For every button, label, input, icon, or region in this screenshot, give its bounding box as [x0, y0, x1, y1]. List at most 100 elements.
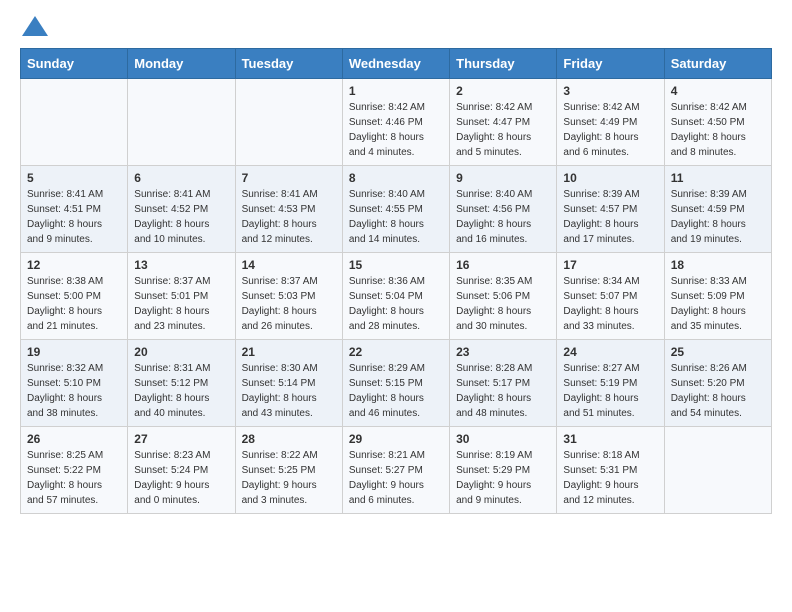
calendar-cell: 9Sunrise: 8:40 AM Sunset: 4:56 PM Daylig… [450, 166, 557, 253]
calendar-body: 1 Sunrise: 8:42 AM Sunset: 4:46 PM Daylig… [21, 79, 772, 514]
day-number: 27 [134, 432, 228, 446]
day-number: 22 [349, 345, 443, 359]
day-info: Sunrise: 8:33 AM Sunset: 5:09 PM Dayligh… [671, 274, 765, 334]
header-wednesday: Wednesday [342, 49, 449, 79]
day-number: 26 [27, 432, 121, 446]
calendar-cell: 10 Sunrise: 8:39 AM Sunset: 4:57 PM Dayli… [557, 166, 664, 253]
calendar-cell [664, 427, 771, 514]
day-info: Sunrise: 8:35 AM Sunset: 5:06 PM Dayligh… [456, 274, 550, 334]
day-number: 18 [671, 258, 765, 272]
day-info: Sunrise: 8:39 AM Sunset: 4:57 PM Dayligh… [563, 187, 657, 247]
day-info: Sunrise: 8:38 AM Sunset: 5:00 PM Dayligh… [27, 274, 121, 334]
day-number: 16 [456, 258, 550, 272]
calendar-row: 5Sunrise: 8:41 AM Sunset: 4:51 PM Daylig… [21, 166, 772, 253]
calendar-row: 1 Sunrise: 8:42 AM Sunset: 4:46 PM Daylig… [21, 79, 772, 166]
day-info: Sunrise: 8:19 AM Sunset: 5:29 PM Dayligh… [456, 448, 550, 508]
day-info: Sunrise: 8:26 AM Sunset: 5:20 PM Dayligh… [671, 361, 765, 421]
calendar-cell: 30Sunrise: 8:19 AM Sunset: 5:29 PM Dayli… [450, 427, 557, 514]
calendar-cell: 14 Sunrise: 8:37 AM Sunset: 5:03 PM Dayli… [235, 253, 342, 340]
calendar-cell: 26 Sunrise: 8:25 AM Sunset: 5:22 PM Dayli… [21, 427, 128, 514]
day-number: 23 [456, 345, 550, 359]
calendar-cell: 12 Sunrise: 8:38 AM Sunset: 5:00 PM Dayli… [21, 253, 128, 340]
calendar-cell: 22 Sunrise: 8:29 AM Sunset: 5:15 PM Dayli… [342, 340, 449, 427]
header-sunday: Sunday [21, 49, 128, 79]
calendar-cell: 31 Sunrise: 8:18 AM Sunset: 5:31 PM Dayli… [557, 427, 664, 514]
day-number: 24 [563, 345, 657, 359]
day-number: 29 [349, 432, 443, 446]
day-info: Sunrise: 8:37 AM Sunset: 5:03 PM Dayligh… [242, 274, 336, 334]
calendar-row: 12 Sunrise: 8:38 AM Sunset: 5:00 PM Dayli… [21, 253, 772, 340]
day-number: 8 [349, 171, 443, 185]
calendar-cell: 6 Sunrise: 8:41 AM Sunset: 4:52 PM Daylig… [128, 166, 235, 253]
header-friday: Friday [557, 49, 664, 79]
day-number: 5 [27, 171, 121, 185]
calendar-cell: 21 Sunrise: 8:30 AM Sunset: 5:14 PM Dayli… [235, 340, 342, 427]
day-number: 3 [563, 84, 657, 98]
calendar-cell: 17 Sunrise: 8:34 AM Sunset: 5:07 PM Dayli… [557, 253, 664, 340]
calendar-cell: 1 Sunrise: 8:42 AM Sunset: 4:46 PM Daylig… [342, 79, 449, 166]
day-info: Sunrise: 8:34 AM Sunset: 5:07 PM Dayligh… [563, 274, 657, 334]
day-info: Sunrise: 8:42 AM Sunset: 4:47 PM Dayligh… [456, 100, 550, 160]
calendar-cell: 20Sunrise: 8:31 AM Sunset: 5:12 PM Dayli… [128, 340, 235, 427]
header-tuesday: Tuesday [235, 49, 342, 79]
calendar-cell: 18 Sunrise: 8:33 AM Sunset: 5:09 PM Dayli… [664, 253, 771, 340]
day-info: Sunrise: 8:42 AM Sunset: 4:46 PM Dayligh… [349, 100, 443, 160]
day-number: 19 [27, 345, 121, 359]
calendar-cell: 13 Sunrise: 8:37 AM Sunset: 5:01 PM Dayli… [128, 253, 235, 340]
day-number: 14 [242, 258, 336, 272]
day-info: Sunrise: 8:32 AM Sunset: 5:10 PM Dayligh… [27, 361, 121, 421]
logo-icon [22, 16, 48, 36]
calendar-cell: 16 Sunrise: 8:35 AM Sunset: 5:06 PM Dayli… [450, 253, 557, 340]
calendar-cell: 19 Sunrise: 8:32 AM Sunset: 5:10 PM Dayli… [21, 340, 128, 427]
calendar-table: SundayMondayTuesdayWednesdayThursdayFrid… [20, 48, 772, 514]
calendar-cell: 5Sunrise: 8:41 AM Sunset: 4:51 PM Daylig… [21, 166, 128, 253]
day-number: 20 [134, 345, 228, 359]
day-info: Sunrise: 8:40 AM Sunset: 4:55 PM Dayligh… [349, 187, 443, 247]
day-number: 28 [242, 432, 336, 446]
calendar-cell: 2 Sunrise: 8:42 AM Sunset: 4:47 PM Daylig… [450, 79, 557, 166]
day-info: Sunrise: 8:25 AM Sunset: 5:22 PM Dayligh… [27, 448, 121, 508]
day-info: Sunrise: 8:18 AM Sunset: 5:31 PM Dayligh… [563, 448, 657, 508]
page-container: SundayMondayTuesdayWednesdayThursdayFrid… [0, 0, 792, 524]
header-thursday: Thursday [450, 49, 557, 79]
day-number: 12 [27, 258, 121, 272]
day-number: 6 [134, 171, 228, 185]
day-number: 13 [134, 258, 228, 272]
day-number: 1 [349, 84, 443, 98]
day-number: 2 [456, 84, 550, 98]
day-info: Sunrise: 8:28 AM Sunset: 5:17 PM Dayligh… [456, 361, 550, 421]
calendar-cell: 4Sunrise: 8:42 AM Sunset: 4:50 PM Daylig… [664, 79, 771, 166]
calendar-cell: 3 Sunrise: 8:42 AM Sunset: 4:49 PM Daylig… [557, 79, 664, 166]
day-number: 25 [671, 345, 765, 359]
day-info: Sunrise: 8:30 AM Sunset: 5:14 PM Dayligh… [242, 361, 336, 421]
header-row: SundayMondayTuesdayWednesdayThursdayFrid… [21, 49, 772, 79]
day-number: 21 [242, 345, 336, 359]
calendar-cell: 24 Sunrise: 8:27 AM Sunset: 5:19 PM Dayli… [557, 340, 664, 427]
calendar-cell: 15Sunrise: 8:36 AM Sunset: 5:04 PM Dayli… [342, 253, 449, 340]
day-number: 31 [563, 432, 657, 446]
calendar-cell: 25 Sunrise: 8:26 AM Sunset: 5:20 PM Dayli… [664, 340, 771, 427]
calendar-row: 26 Sunrise: 8:25 AM Sunset: 5:22 PM Dayli… [21, 427, 772, 514]
day-info: Sunrise: 8:36 AM Sunset: 5:04 PM Dayligh… [349, 274, 443, 334]
day-info: Sunrise: 8:21 AM Sunset: 5:27 PM Dayligh… [349, 448, 443, 508]
day-info: Sunrise: 8:41 AM Sunset: 4:53 PM Dayligh… [242, 187, 336, 247]
day-info: Sunrise: 8:37 AM Sunset: 5:01 PM Dayligh… [134, 274, 228, 334]
day-info: Sunrise: 8:41 AM Sunset: 4:52 PM Dayligh… [134, 187, 228, 247]
header-saturday: Saturday [664, 49, 771, 79]
day-info: Sunrise: 8:29 AM Sunset: 5:15 PM Dayligh… [349, 361, 443, 421]
calendar-cell [235, 79, 342, 166]
day-info: Sunrise: 8:40 AM Sunset: 4:56 PM Dayligh… [456, 187, 550, 247]
calendar-cell: 7 Sunrise: 8:41 AM Sunset: 4:53 PM Daylig… [235, 166, 342, 253]
calendar-cell: 11Sunrise: 8:39 AM Sunset: 4:59 PM Dayli… [664, 166, 771, 253]
header-monday: Monday [128, 49, 235, 79]
calendar-cell: 27Sunrise: 8:23 AM Sunset: 5:24 PM Dayli… [128, 427, 235, 514]
day-info: Sunrise: 8:42 AM Sunset: 4:49 PM Dayligh… [563, 100, 657, 160]
calendar-cell: 29 Sunrise: 8:21 AM Sunset: 5:27 PM Dayli… [342, 427, 449, 514]
day-number: 17 [563, 258, 657, 272]
day-number: 11 [671, 171, 765, 185]
day-number: 7 [242, 171, 336, 185]
day-number: 10 [563, 171, 657, 185]
day-info: Sunrise: 8:27 AM Sunset: 5:19 PM Dayligh… [563, 361, 657, 421]
calendar-cell: 23 Sunrise: 8:28 AM Sunset: 5:17 PM Dayli… [450, 340, 557, 427]
logo [20, 16, 48, 34]
